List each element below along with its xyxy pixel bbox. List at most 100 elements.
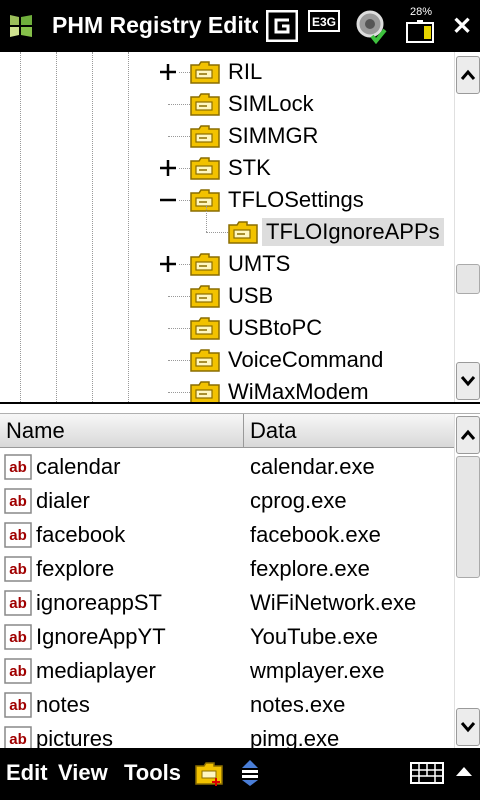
menu-bar: Edit View Tools xyxy=(0,748,480,800)
folder-icon xyxy=(190,349,220,372)
list-row[interactable]: ab calendar calendar.exe xyxy=(0,450,454,484)
sip-up-arrow-icon[interactable] xyxy=(454,764,474,778)
list-row[interactable]: ab ignoreappST WiFiNetwork.exe xyxy=(0,586,454,620)
folder-icon xyxy=(190,189,220,212)
string-value-icon: ab xyxy=(4,488,32,514)
string-value-icon: ab xyxy=(4,590,32,616)
tree-item-label[interactable]: STK xyxy=(224,154,275,182)
tree-item[interactable]: USBtoPC xyxy=(0,312,454,344)
tree-item[interactable]: STK xyxy=(0,152,454,184)
tree-item-label[interactable]: SIMLock xyxy=(224,90,318,118)
tree-item-label[interactable]: RIL xyxy=(224,58,266,86)
tree-item[interactable]: UMTS xyxy=(0,248,454,280)
folder-key-icon[interactable] xyxy=(194,758,224,788)
tree-connector xyxy=(168,360,190,361)
tree-item-label[interactable]: TFLOIgnoreAPPs xyxy=(262,218,444,246)
tree-scrollbar[interactable] xyxy=(454,52,480,402)
tree-item[interactable]: VoiceCommand xyxy=(0,344,454,376)
value-data: calendar.exe xyxy=(250,454,375,479)
list-row[interactable]: ab pictures pimg.exe xyxy=(0,722,454,748)
string-value-icon: ab xyxy=(4,556,32,582)
column-header-data[interactable]: Data xyxy=(244,414,454,448)
3g-network-icon: E3G xyxy=(308,10,340,32)
tree-connector xyxy=(168,136,190,137)
value-name: fexplore xyxy=(36,556,115,581)
svg-text:ab: ab xyxy=(9,697,27,714)
list-row[interactable]: ab facebook facebook.exe xyxy=(0,518,454,552)
folder-icon xyxy=(190,381,220,402)
list-scroll-thumb[interactable] xyxy=(456,456,480,578)
tree-scroll-up-button[interactable] xyxy=(456,56,480,94)
svg-text:ab: ab xyxy=(9,561,27,578)
menu-tools[interactable]: Tools xyxy=(124,760,181,786)
svg-text:ab: ab xyxy=(9,663,27,680)
tree-item[interactable]: TFLOSettings xyxy=(0,184,454,216)
value-name: calendar xyxy=(36,454,121,479)
menu-edit[interactable]: Edit xyxy=(6,760,48,786)
list-row[interactable]: ab IgnoreAppYT YouTube.exe xyxy=(0,620,454,654)
list-scroll-down-button[interactable] xyxy=(456,708,480,746)
app-title: PHM Registry Editor xyxy=(52,12,258,38)
string-value-icon: ab xyxy=(4,726,32,748)
svg-text:ab: ab xyxy=(9,731,27,748)
folder-icon xyxy=(190,157,220,180)
list-row[interactable]: ab fexplore fexplore.exe xyxy=(0,552,454,586)
tree-item-label[interactable]: WiMaxModem xyxy=(224,378,373,402)
svg-text:ab: ab xyxy=(9,629,27,646)
tree-item-label[interactable]: SIMMGR xyxy=(224,122,322,150)
windows-start-icon[interactable] xyxy=(6,12,36,40)
column-header-name[interactable]: Name xyxy=(0,414,244,448)
tree-item[interactable]: USB xyxy=(0,280,454,312)
tree-item[interactable]: SIMMGR xyxy=(0,120,454,152)
value-name: ignoreappST xyxy=(36,590,162,615)
tree-connector xyxy=(206,232,228,233)
pane-splitter[interactable] xyxy=(0,402,480,414)
tree-item-label[interactable]: USBtoPC xyxy=(224,314,326,342)
svg-text:ab: ab xyxy=(9,493,27,510)
value-data: notes.exe xyxy=(250,692,346,717)
value-data: pimg.exe xyxy=(250,726,340,748)
tree-item-label[interactable]: TFLOSettings xyxy=(224,186,368,214)
value-name: pictures xyxy=(36,726,114,748)
list-scrollbar[interactable] xyxy=(454,414,480,748)
expand-plus-icon[interactable] xyxy=(157,61,179,83)
tree-scroll-down-button[interactable] xyxy=(456,362,480,400)
value-name: notes xyxy=(36,692,90,717)
value-name: dialer xyxy=(36,488,90,513)
keyboard-icon[interactable] xyxy=(410,762,444,784)
tree-item[interactable]: SIMLock xyxy=(0,88,454,120)
expand-plus-icon[interactable] xyxy=(157,253,179,275)
tree-item[interactable]: TFLOIgnoreAPPs xyxy=(0,206,454,248)
value-name: mediaplayer xyxy=(36,658,156,683)
collapse-minus-icon[interactable] xyxy=(157,189,179,211)
tree-item-label[interactable]: UMTS xyxy=(224,250,294,278)
value-name: IgnoreAppYT xyxy=(36,624,166,649)
string-value-icon: ab xyxy=(4,454,32,480)
title-bar: PHM Registry Editor E3G 28% ✕ xyxy=(0,0,480,52)
expand-plus-icon[interactable] xyxy=(157,157,179,179)
folder-icon xyxy=(190,317,220,340)
folder-icon xyxy=(190,253,220,276)
tree-connector xyxy=(168,296,190,297)
gprs-icon xyxy=(266,10,298,42)
tree-item-label[interactable]: VoiceCommand xyxy=(224,346,387,374)
folder-icon xyxy=(228,221,258,244)
tree-connector xyxy=(168,104,190,105)
close-button[interactable]: ✕ xyxy=(452,12,472,41)
list-row[interactable]: ab notes notes.exe xyxy=(0,688,454,722)
tree-item[interactable]: RIL xyxy=(0,56,454,88)
string-value-icon: ab xyxy=(4,658,32,684)
value-data: YouTube.exe xyxy=(250,624,379,649)
chevron-up-icon xyxy=(460,69,476,80)
list-row[interactable]: ab mediaplayer wmplayer.exe xyxy=(0,654,454,688)
list-scroll-up-button[interactable] xyxy=(456,416,480,454)
tree-scroll-thumb[interactable] xyxy=(456,264,480,294)
chevron-up-icon xyxy=(460,429,476,440)
tree-item-label[interactable]: USB xyxy=(224,282,277,310)
menu-view[interactable]: View xyxy=(58,760,108,786)
list-row[interactable]: ab dialer cprog.exe xyxy=(0,484,454,518)
sort-icon[interactable] xyxy=(238,758,262,788)
svg-text:ab: ab xyxy=(9,595,27,612)
folder-icon xyxy=(190,93,220,116)
tree-item[interactable]: WiMaxModem xyxy=(0,376,454,402)
